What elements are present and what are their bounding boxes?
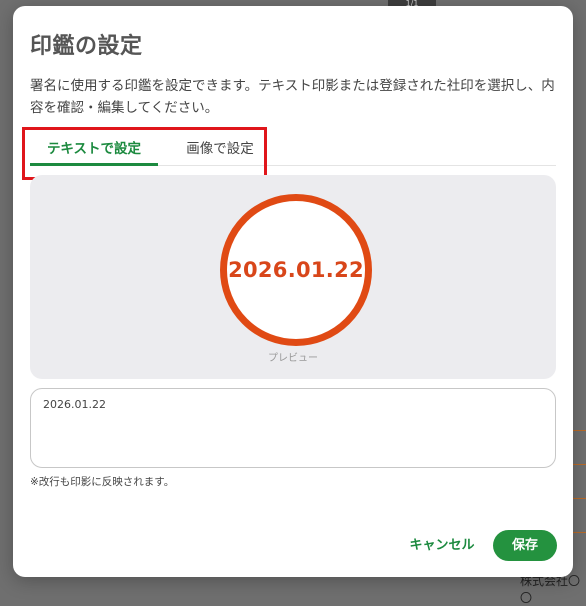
background-lines <box>572 430 586 550</box>
dialog-description: 署名に使用する印鑑を設定できます。テキスト印影または登録された社印を選択し、内容… <box>30 78 555 116</box>
stamp-circle: 2026.01.22 <box>220 194 372 346</box>
newline-note: ※改行も印影に反映されます。 <box>30 476 175 488</box>
save-button[interactable]: 保存 <box>493 530 557 561</box>
company-name-text: 株式会社〇〇 <box>520 574 581 605</box>
stamp-text: 2026.01.22 <box>228 258 364 282</box>
tab-highlight-box <box>22 127 267 180</box>
dialog-title: 印鑑の設定 <box>30 34 143 59</box>
cancel-button[interactable]: キャンセル <box>399 533 485 559</box>
stamp-text-input[interactable]: 2026.01.22 <box>30 388 556 468</box>
preview-label: プレビュー <box>268 353 318 364</box>
stamp-preview-area: 2026.01.22 プレビュー <box>30 175 556 379</box>
stamp-settings-dialog: 印鑑の設定 署名に使用する印鑑を設定できます。テキスト印影または登録された社印を… <box>13 6 573 577</box>
